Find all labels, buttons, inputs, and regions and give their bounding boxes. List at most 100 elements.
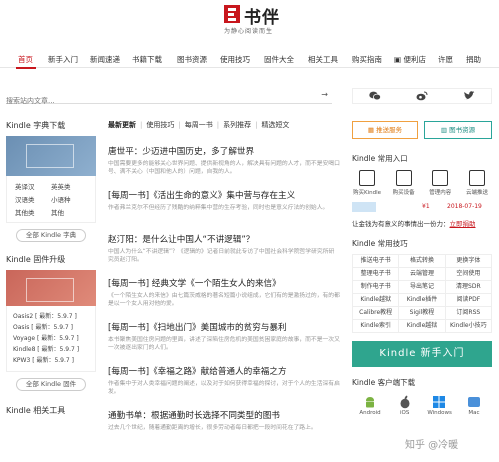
push-service-button[interactable]: ▦ 推送服务: [352, 121, 418, 139]
watermark-text: 知乎 @冷暖: [405, 440, 459, 451]
tab-weekly-book[interactable]: 每周一书: [185, 121, 213, 129]
firmware-item[interactable]: Voyage [ 最新：5.9.7 ]: [13, 333, 89, 344]
dict-link[interactable]: 英译汉: [15, 181, 51, 191]
tip-link[interactable]: Kindle越狱: [399, 320, 446, 333]
tab-latest[interactable]: 最新更新: [108, 121, 136, 129]
donate-link[interactable]: 立即捐助: [450, 220, 476, 228]
client-ios[interactable]: iOS: [393, 394, 417, 416]
tip-link[interactable]: Sigil教程: [399, 307, 446, 320]
book-resources-button[interactable]: ▥ 图书资源: [424, 121, 492, 139]
gear-icon: [432, 170, 449, 186]
twitter-icon[interactable]: [463, 91, 475, 104]
dict-link[interactable]: 其他类: [15, 207, 51, 217]
nav-item-store[interactable]: ▣ 便利店: [394, 54, 426, 65]
dict-link[interactable]: 其他: [51, 207, 87, 217]
firmware-item[interactable]: Oasis2 [ 最新：5.9.7 ]: [13, 311, 89, 322]
firmware-item[interactable]: Oasis [ 最新：5.9.7 ]: [13, 322, 89, 333]
logo-slogan: 为静心阅读而生: [224, 28, 274, 35]
dict-link[interactable]: 英英类: [51, 181, 87, 191]
dict-link[interactable]: 小语种: [51, 194, 87, 204]
tips-grid: 推送电子书 格式转换 更换字体 整理电子书 云端管理 空间使用 制作电子书 导出…: [352, 254, 492, 333]
tip-link[interactable]: Calibre教程: [353, 307, 400, 320]
right-sidebar: ▦ 推送服务 ▥ 图书资源 Kindle 常用入口 购买Kindle 购买设备 …: [352, 88, 492, 416]
article-feed: 最新更新 | 使用技巧 | 每周一书 | 系列推荐 | 精选短文 唐世平：少迈进中国历史，多了解…: [108, 120, 340, 431]
price-value: ¥1: [422, 203, 430, 210]
firmware-cover-image[interactable]: [6, 270, 96, 306]
nav-item-books[interactable]: 书籍下载: [132, 54, 162, 65]
entry-buy-device[interactable]: 购买设备: [389, 170, 419, 196]
tip-link[interactable]: 推送电子书: [353, 255, 400, 268]
firmware-item[interactable]: Kindle8 [ 最新：5.9.7 ]: [13, 344, 89, 355]
search-input[interactable]: [6, 94, 306, 108]
tip-link[interactable]: 阅读PDF: [445, 294, 492, 307]
logo-text[interactable]: 书伴: [244, 3, 280, 28]
tip-link[interactable]: 清理SDR: [445, 281, 492, 294]
tip-link[interactable]: Kindle小技巧: [445, 320, 492, 333]
client-mac[interactable]: Mac: [462, 394, 486, 416]
nav-item-beginner[interactable]: 新手入门: [48, 54, 78, 65]
entry-cloud-push[interactable]: 云端推送: [462, 170, 492, 196]
tab-short-essays[interactable]: 精选短文: [261, 121, 289, 129]
tip-link[interactable]: Kindle插件: [399, 294, 446, 307]
firmware-item[interactable]: KPW3 [ 最新：5.9.7 ]: [13, 355, 89, 366]
logo-icon[interactable]: [224, 5, 240, 23]
tip-link[interactable]: 制作电子书: [353, 281, 400, 294]
firmware-list: Oasis2 [ 最新：5.9.7 ] Oasis [ 最新：5.9.7 ] V…: [6, 306, 96, 372]
wechat-icon[interactable]: [369, 91, 381, 104]
nav-item-firmware[interactable]: 固件大全: [264, 54, 294, 65]
tip-link[interactable]: 更换字体: [445, 255, 492, 268]
tab-series[interactable]: 系列推荐: [223, 121, 251, 129]
article-excerpt: 《一个陌生女人的来信》由七篇茨威格的著名短篇小说组成，它们有的是激扬过的，有的都…: [108, 293, 340, 307]
nav-item-tips[interactable]: 使用技巧: [220, 54, 250, 65]
nav-item-tools[interactable]: 相关工具: [308, 54, 338, 65]
nav-item-donate[interactable]: 捐助: [466, 54, 481, 65]
article-title[interactable]: 通勤书单：根据通勤时长选择不同类型的图书: [108, 410, 317, 422]
nav-item-wish[interactable]: 许愿: [438, 54, 453, 65]
article-title[interactable]: [每周一书]《活出生命的意义》集中营与存在主义: [108, 190, 328, 202]
arrow-right-icon[interactable]: →: [321, 90, 328, 99]
price-row: ¥1 2018-07-19: [352, 202, 492, 212]
client-title: Kindle 客户端下载: [352, 378, 416, 387]
client-windows[interactable]: Windows: [427, 394, 452, 416]
nav-item-resources[interactable]: 图书资源: [177, 54, 207, 65]
push-icon: ▦: [367, 126, 377, 134]
price-tag: [352, 202, 376, 212]
article-title[interactable]: 唐世平：少迈进中国历史，多了解世界: [108, 146, 340, 158]
tips-title: Kindle 常用技巧: [352, 239, 408, 248]
entry-manage-content[interactable]: 管理内容: [425, 170, 455, 196]
article-item: [每周一书]《幸福之路》献给普通人的幸福之方 作者集中于对人类幸福问题的阐述，以…: [108, 366, 340, 396]
nav-item-home[interactable]: 首页: [18, 54, 33, 65]
article-excerpt: 过去几个世纪，随着通勤距离的增长，很多劳动者每日都把一段时间花在了路上。: [108, 425, 317, 431]
entry-buy-kindle[interactable]: 购买Kindle: [352, 170, 382, 196]
windows-icon: [432, 394, 446, 408]
nav-item-news[interactable]: 新闻速递: [90, 54, 120, 65]
dict-cover-image[interactable]: [6, 136, 96, 176]
tip-link[interactable]: 整理电子书: [353, 268, 400, 281]
article-title[interactable]: [每周一书]《幸福之路》献给普通人的幸福之方: [108, 366, 340, 378]
tab-tips[interactable]: 使用技巧: [146, 121, 174, 129]
dict-link[interactable]: 汉语类: [15, 194, 51, 204]
article-title[interactable]: [每周一书]《扫地出门》美国城市的贫穷与暴利: [108, 322, 340, 334]
tip-link[interactable]: 格式转换: [399, 255, 446, 268]
tip-link[interactable]: Kindle索引: [353, 320, 400, 333]
apple-icon: [398, 394, 412, 409]
tip-link[interactable]: Kindle越狱: [353, 294, 400, 307]
client-android[interactable]: Android: [358, 394, 382, 416]
article-excerpt: 作者集中于对人类幸福问题的阐述，以及对于如何获得幸福的探讨，对于个人的生活深有启…: [108, 381, 340, 395]
main-nav: 首页 新手入门 新闻速递 书籍下载 图书资源 使用技巧 固件大全 相关工具 购买…: [0, 50, 499, 69]
all-firmware-button[interactable]: 全部 Kindle 固件: [16, 378, 86, 391]
site-header: 书伴 为静心阅读而生: [0, 0, 499, 46]
article-title[interactable]: [每周一书] 经典文学《一个陌生女人的来信》: [108, 278, 340, 290]
article-excerpt: 作者弗兰克尔不但经历了残酷的纳粹集中营的生存考验，同时也是意义疗法的创始人。: [108, 205, 329, 211]
tip-link[interactable]: 订阅RSS: [445, 307, 492, 320]
tip-link[interactable]: 云端管理: [399, 268, 446, 281]
weibo-icon[interactable]: [416, 91, 428, 104]
tip-link[interactable]: 导出笔记: [399, 281, 446, 294]
tip-link[interactable]: 空间使用: [445, 268, 492, 281]
article-excerpt: 中国人为什么“不讲逻辑”？《逻辑的》记者日前就此专访了中国社会科学院哲学研究所研…: [108, 249, 335, 263]
android-icon: [363, 394, 377, 408]
all-dicts-button[interactable]: 全部 Kindle 字典: [16, 229, 86, 242]
kindle-newbie-button[interactable]: Kindle 新手入门: [352, 341, 492, 367]
article-title[interactable]: 赵汀阳：是什么让中国人“不讲逻辑”？: [108, 234, 340, 246]
nav-item-buying-guide[interactable]: 购买指南: [352, 54, 382, 65]
